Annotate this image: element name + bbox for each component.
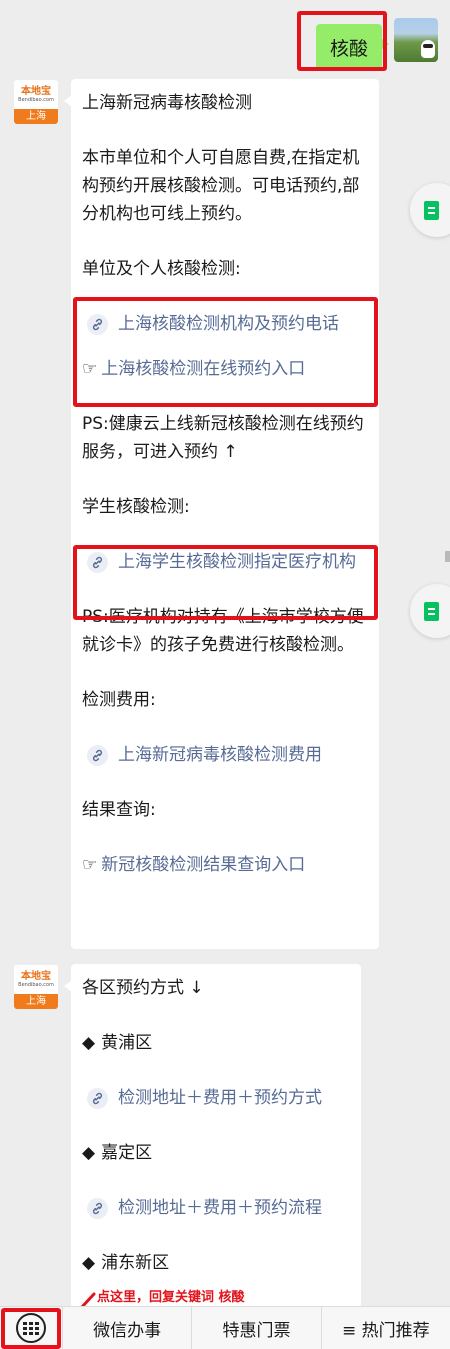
bot-brand: 本地宝: [21, 85, 51, 97]
link-testing-fees[interactable]: 上海新冠病毒核酸检测费用: [82, 741, 369, 769]
diamond-icon: ◆: [82, 1033, 96, 1053]
link-icon: [87, 1088, 108, 1109]
keyboard-toggle-button[interactable]: [0, 1307, 62, 1349]
link-label: 检测地址＋费用＋预约流程: [118, 1198, 322, 1218]
incoming-message-bubble: 上海新冠病毒核酸检测 本市单位和个人可自愿自费,在指定机构预约开展核酸检测。可电…: [64, 79, 379, 949]
link-testing-institutions[interactable]: 上海核酸检测机构及预约电话: [82, 310, 369, 338]
link-label: 新冠核酸检测结果查询入口: [101, 855, 306, 875]
document-icon: [424, 601, 439, 621]
message-title: 上海新冠病毒核酸检测: [82, 93, 252, 113]
bottom-menu-bar: 微信办事 特惠门票 ≡ 热门推荐: [0, 1306, 450, 1349]
bot-domain: Bendibao.com: [18, 981, 54, 988]
link-online-booking[interactable]: ☞ 上海核酸检测在线预约入口: [82, 355, 369, 383]
floating-article-button[interactable]: [410, 183, 450, 237]
link-huangpu-details[interactable]: 检测地址＋费用＋预约方式: [82, 1084, 351, 1112]
district-name: 浦东新区: [101, 1253, 170, 1273]
link-icon: [87, 745, 108, 766]
section-heading: 单位及个人核酸检测:: [82, 259, 241, 279]
district-name: 黄浦区: [101, 1033, 153, 1053]
section-heading: 检测费用:: [82, 690, 156, 710]
ps-note: PS:健康云上线新冠核酸检测在线预约服务，可进入预约 ↑: [82, 414, 364, 462]
ps-note: PS:医疗机构对持有《上海市学校方便就诊卡》的孩子免费进行核酸检测。: [82, 607, 364, 655]
bot-city: 上海: [14, 109, 58, 124]
link-icon: [87, 314, 108, 335]
districts-heading: 各区预约方式 ↓: [82, 978, 204, 998]
link-label: 检测地址＋费用＋预约方式: [118, 1088, 322, 1108]
hint-text: 点这里，回复关键词 核酸: [97, 1290, 245, 1305]
bot-brand: 本地宝: [21, 970, 51, 982]
section-heading: 结果查询:: [82, 800, 156, 820]
bot-avatar[interactable]: 本地宝 Bendibao.com 上海: [13, 964, 59, 1010]
menu-wechat-services[interactable]: 微信办事: [62, 1307, 191, 1349]
bot-domain: Bendibao.com: [18, 96, 54, 103]
section-heading: 学生核酸检测:: [82, 497, 190, 517]
link-label: 上海新冠病毒核酸检测费用: [118, 745, 322, 765]
document-icon: [424, 200, 439, 220]
outgoing-message-row: 核酸: [315, 18, 438, 71]
user-avatar[interactable]: [394, 18, 438, 62]
incoming-message-bubble: 各区预约方式 ↓ ◆ 黄浦区 检测地址＋费用＋预约方式 ◆ 嘉定区 检测地址＋费用＋…: [64, 964, 361, 1306]
link-label: 上海核酸检测在线预约入口: [101, 359, 306, 379]
keyboard-icon: [16, 1313, 46, 1343]
link-student-testing[interactable]: 上海学生核酸检测指定医疗机构: [82, 548, 369, 576]
bot-avatar[interactable]: 本地宝 Bendibao.com 上海: [13, 79, 59, 125]
link-label: 上海学生核酸检测指定医疗机构: [118, 552, 356, 572]
diamond-icon: ◆: [82, 1143, 96, 1163]
link-icon: [87, 552, 108, 573]
district-item: ◆ 黄浦区: [82, 1029, 351, 1057]
pointing-hand-icon: ☞: [82, 359, 98, 379]
menu-hot-recommendations[interactable]: ≡ 热门推荐: [320, 1307, 450, 1349]
pointing-hand-icon: ☞: [82, 855, 98, 875]
link-icon: [87, 1198, 108, 1219]
district-item: ◆ 嘉定区: [82, 1139, 351, 1167]
bot-city: 上海: [14, 994, 58, 1009]
district-item: ◆ 浦东新区: [82, 1249, 351, 1277]
district-name: 嘉定区: [101, 1143, 153, 1163]
link-jiading-details[interactable]: 检测地址＋费用＋预约流程: [82, 1194, 351, 1222]
link-label: 上海核酸检测机构及预约电话: [118, 314, 339, 334]
outgoing-message-bubble[interactable]: 核酸: [315, 24, 390, 71]
message-intro: 本市单位和个人可自愿自费,在指定机构预约开展核酸检测。可电话预约,部分机构也可线…: [82, 148, 360, 224]
menu-discount-tickets[interactable]: 特惠门票: [191, 1307, 320, 1349]
floating-article-button[interactable]: [410, 584, 450, 638]
diamond-icon: ◆: [82, 1253, 96, 1273]
link-result-query[interactable]: ☞ 新冠核酸检测结果查询入口: [82, 851, 369, 879]
panda-icon: [421, 40, 435, 58]
scroll-indicator[interactable]: [445, 551, 450, 562]
